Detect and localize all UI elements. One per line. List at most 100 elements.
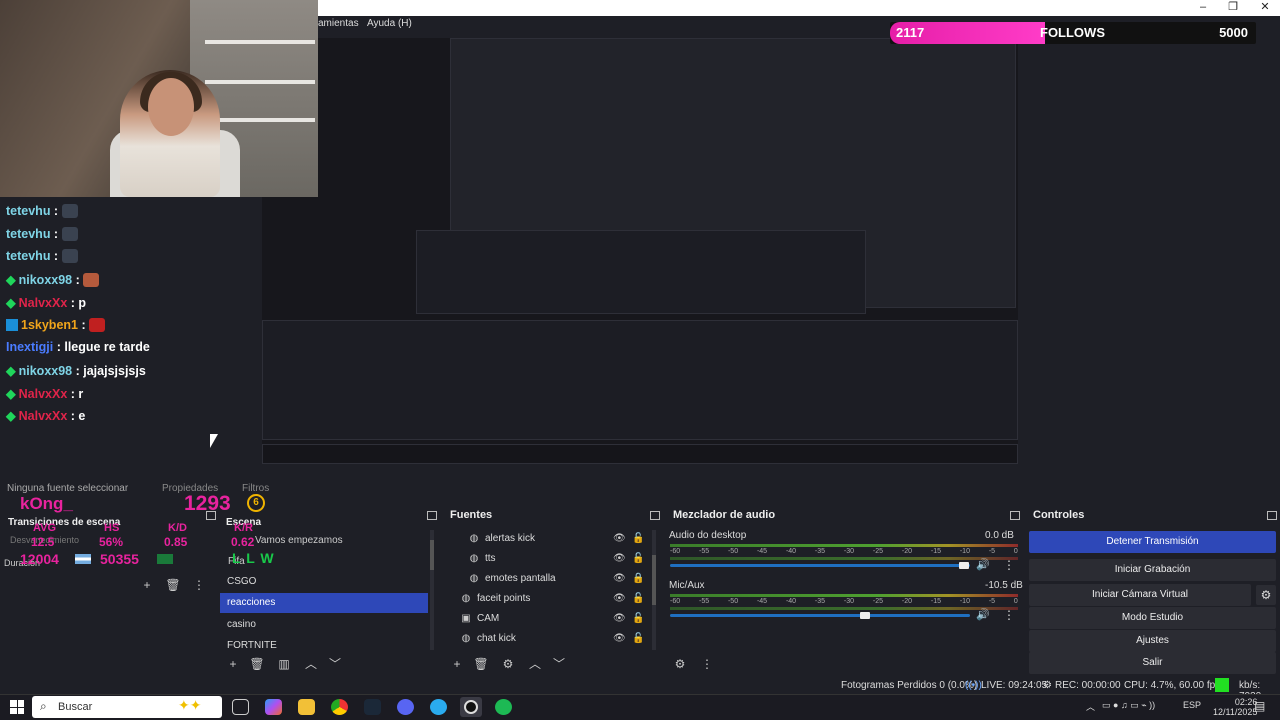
virtual-camera-settings-gear-icon[interactable]: ⚙	[1256, 585, 1276, 605]
mixer-settings-gear-icon[interactable]: ⚙	[671, 656, 689, 672]
search-placeholder: Buscar	[58, 701, 93, 713]
mixer-channel-name: Mic/Aux	[669, 580, 705, 591]
volume-slider-knob[interactable]	[860, 612, 870, 619]
scene-item[interactable]: CSGO	[220, 572, 428, 592]
add-source-button[interactable]: +	[448, 656, 466, 672]
volume-slider-knob[interactable]	[959, 562, 969, 569]
mixer-menu-icon[interactable]: ⋮	[698, 656, 716, 672]
unlocked-icon[interactable]: 🔓	[632, 549, 644, 569]
unlocked-icon[interactable]: 🔓	[632, 609, 644, 629]
nested-taskbar	[262, 444, 1018, 464]
visibility-eye-icon[interactable]: 👁	[613, 569, 626, 589]
chat-username: 1skyben1	[21, 317, 78, 332]
source-item[interactable]: ◍ chat kick 👁 🔓	[448, 629, 648, 649]
unlocked-icon[interactable]: 🔓	[632, 589, 644, 609]
menu-help[interactable]: Ayuda (H)	[367, 18, 412, 29]
remove-transition-button[interactable]: 🗑	[164, 577, 182, 593]
preview-canvas[interactable]	[262, 38, 1018, 464]
steam-icon[interactable]	[364, 699, 381, 715]
scene-move-down-button[interactable]: ﹀	[326, 656, 344, 672]
speaker-icon[interactable]: 🔊	[976, 608, 990, 621]
task-view-icon[interactable]	[232, 699, 249, 715]
source-label: emotes pantalla	[485, 573, 556, 584]
source-item[interactable]: ◍ tts 👁 🔓	[448, 549, 648, 569]
discord-icon[interactable]	[397, 699, 414, 715]
scene-item[interactable]: reacciones	[220, 593, 428, 614]
speaker-icon[interactable]: 🔊	[976, 558, 990, 571]
chat-username: NalvxXx	[18, 386, 68, 401]
tray-chevron-icon[interactable]: ︿	[1086, 700, 1095, 713]
windows-start-icon[interactable]	[10, 700, 24, 714]
visibility-eye-icon[interactable]: 👁	[613, 609, 626, 629]
obs-taskbar-icon[interactable]	[460, 697, 482, 717]
taskbar-search[interactable]: ⌕ Buscar ✦✦	[32, 696, 222, 718]
visibility-eye-icon[interactable]: 👁	[613, 589, 626, 609]
close-button[interactable]: ✕	[1250, 0, 1280, 16]
chat-message: tetevhu :	[6, 226, 78, 241]
sources-scroll-thumb[interactable]	[652, 555, 656, 605]
chrome-icon[interactable]	[331, 699, 348, 715]
file-explorer-icon[interactable]	[298, 699, 315, 715]
source-item[interactable]: ◍ alertas kick 👁 🔓	[448, 529, 648, 549]
mixer-dock-icon[interactable]	[1010, 511, 1020, 520]
unlocked-icon[interactable]: 🔓	[632, 529, 644, 549]
chat-text: llegue re tarde	[64, 340, 150, 355]
scene-vamos[interactable]: Vamos empezamos	[255, 535, 343, 546]
spotify-icon[interactable]	[495, 699, 512, 715]
visibility-eye-icon[interactable]: 👁	[613, 629, 626, 649]
minimize-button[interactable]: –	[1188, 0, 1218, 16]
scene-filters-button[interactable]: ▥	[275, 656, 293, 672]
volume-meter	[670, 544, 1018, 547]
channel-menu-icon[interactable]: ⋮	[1003, 558, 1015, 572]
source-item[interactable]: ◍ faceit points 👁 🔓	[448, 589, 648, 609]
source-item[interactable]: ▣ CAM 👁 🔓	[448, 609, 648, 629]
player-name: kOng_	[20, 494, 73, 513]
maximize-button[interactable]: ❐	[1218, 0, 1248, 16]
visibility-eye-icon[interactable]: 👁	[613, 529, 626, 549]
browser-source-icon: ◍	[469, 533, 479, 544]
channel-menu-icon[interactable]: ⋮	[1003, 608, 1015, 622]
controls-dock-icon[interactable]	[1267, 511, 1277, 520]
tray-clock[interactable]: 02:26 12/11/2025	[1213, 697, 1257, 717]
source-move-down-button[interactable]: ﹀	[550, 656, 568, 672]
source-move-up-button[interactable]: ︿	[526, 656, 544, 672]
menu-tools[interactable]: amientas	[318, 18, 359, 29]
copilot-icon[interactable]	[265, 699, 282, 715]
volume-slider[interactable]	[670, 564, 970, 567]
scene-move-up-button[interactable]: ︿	[302, 656, 320, 672]
notification-icon[interactable]: ▤	[1254, 699, 1265, 713]
diamond-badge-icon: ◆	[6, 363, 16, 378]
stat-value-kd: 0.85	[164, 535, 188, 549]
transition-menu-icon[interactable]: ⋮	[190, 577, 208, 593]
chat-message: Inextigji : llegue re tarde	[6, 340, 150, 355]
remove-scene-button[interactable]: 🗑	[248, 656, 266, 672]
filters-button[interactable]: Filtros	[242, 483, 269, 494]
meter-tick-label: -45	[756, 548, 768, 555]
stop-stream-button[interactable]: Detener Transmisión	[1029, 531, 1276, 553]
studio-mode-button[interactable]: Modo Estudio	[1029, 607, 1276, 629]
sources-dock-icon[interactable]	[650, 511, 660, 520]
settings-button[interactable]: Ajustes	[1029, 630, 1276, 652]
tray-icons[interactable]: ▭ ● ♫ ▭ ⌁ ))	[1102, 700, 1155, 711]
exit-button[interactable]: Salir	[1029, 652, 1276, 674]
scene-item[interactable]: casino	[220, 615, 428, 635]
transitions-dock-icon[interactable]	[206, 511, 216, 520]
remove-source-button[interactable]: 🗑	[472, 656, 490, 672]
start-virtual-camera-button[interactable]: Iniciar Cámara Virtual	[1029, 584, 1251, 606]
add-transition-button[interactable]: +	[138, 577, 156, 593]
telegram-icon[interactable]	[430, 699, 447, 715]
source-properties-gear-icon[interactable]: ⚙	[499, 656, 517, 672]
start-recording-button[interactable]: Iniciar Grabación	[1029, 559, 1276, 581]
volume-slider[interactable]	[670, 614, 970, 617]
unlocked-icon[interactable]: 🔓	[632, 629, 644, 649]
scenes-dock-icon[interactable]	[427, 511, 437, 520]
add-scene-button[interactable]: +	[224, 656, 242, 672]
scene-item[interactable]: FORTNITE	[220, 636, 428, 656]
source-label: chat kick	[477, 633, 516, 644]
locked-icon[interactable]: 🔒	[632, 569, 644, 589]
visibility-eye-icon[interactable]: 👁	[613, 549, 626, 569]
chat-message: ◆ nikoxx98 : jajajsjsjsjs	[6, 363, 146, 378]
source-item[interactable]: ◍ emotes pantalla 👁 🔒	[448, 569, 648, 589]
tray-language[interactable]: ESP	[1183, 700, 1201, 710]
scenes-scroll-thumb[interactable]	[430, 540, 434, 570]
